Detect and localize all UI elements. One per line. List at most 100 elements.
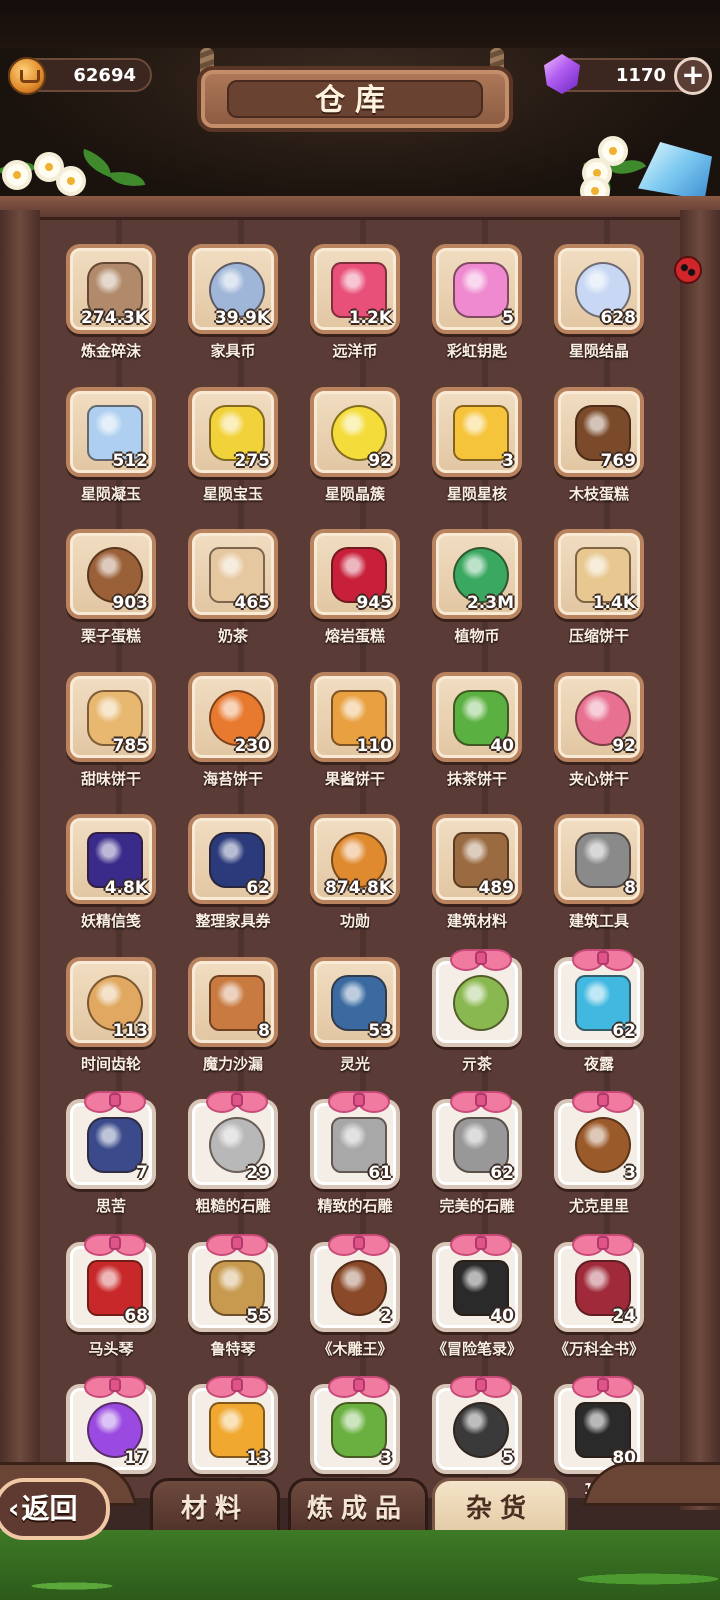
- item-tile[interactable]: 5: [432, 244, 522, 334]
- item-count: 874.8K: [325, 878, 392, 898]
- inventory-item[interactable]: 68 马头琴: [66, 1233, 156, 1382]
- inventory-item[interactable]: 1.2K 远洋币: [310, 244, 400, 384]
- inventory-item[interactable]: 7 思苦: [66, 1091, 156, 1239]
- item-tile[interactable]: 1.2K: [310, 244, 400, 334]
- item-tile[interactable]: 3: [554, 1091, 644, 1189]
- item-tile[interactable]: 3: [432, 386, 522, 477]
- item-tile[interactable]: 113: [66, 956, 156, 1047]
- item-label: 建筑材料: [446, 912, 507, 930]
- inventory-item[interactable]: 3 星陨星核: [432, 386, 522, 527]
- add-gems-button[interactable]: +: [674, 57, 712, 95]
- inventory-item[interactable]: 110 果酱饼干: [310, 671, 400, 812]
- inventory-item[interactable]: 275 星陨宝玉: [188, 386, 278, 527]
- item-tile[interactable]: 903: [66, 529, 156, 619]
- item-tile[interactable]: 55: [188, 1233, 278, 1332]
- inventory-item[interactable]: 628 星陨结晶: [554, 244, 644, 384]
- inventory-item[interactable]: 40 《冒险笔录》: [432, 1233, 522, 1382]
- inventory-item[interactable]: 874.8K 功勋: [310, 814, 400, 954]
- item-label: 鲁特琴: [210, 1339, 256, 1358]
- inventory-item[interactable]: 55 鲁特琴: [188, 1233, 278, 1382]
- inventory-item[interactable]: 61 精致的石雕: [310, 1091, 400, 1239]
- item-tile[interactable]: 8: [188, 956, 278, 1047]
- item-tile[interactable]: 62: [432, 1091, 522, 1189]
- inventory-item[interactable]: 2 《木雕王》: [310, 1233, 400, 1382]
- inventory-item[interactable]: 5 彩虹钥匙: [432, 244, 522, 384]
- item-tile[interactable]: 7: [66, 1091, 156, 1189]
- item-tile[interactable]: 3: [310, 1376, 400, 1474]
- item-tile[interactable]: 8: [554, 814, 644, 904]
- inventory-item[interactable]: 24 《万科全书》: [554, 1233, 644, 1382]
- inventory-item[interactable]: 945 熔岩蛋糕: [310, 529, 400, 669]
- inventory-item[interactable]: 92 星陨晶簇: [310, 386, 400, 527]
- item-count: 5: [502, 308, 514, 328]
- panel-post-left: [0, 210, 40, 1510]
- item-tile[interactable]: 62: [188, 814, 278, 904]
- item-tile[interactable]: 465: [188, 529, 278, 619]
- bitter-cup-icon: [87, 1117, 143, 1173]
- item-label: 《万科全书》: [553, 1339, 644, 1358]
- back-button[interactable]: ‹返回: [0, 1478, 110, 1540]
- item-tile[interactable]: 110: [310, 671, 400, 762]
- inventory-item[interactable]: 62 整理家具券: [188, 814, 278, 954]
- item-label: 思苦: [95, 1197, 126, 1215]
- item-tile[interactable]: 628: [554, 244, 644, 334]
- item-tile[interactable]: [432, 948, 522, 1047]
- inventory-item[interactable]: 62 夜露: [554, 948, 644, 1097]
- item-tile[interactable]: 2: [310, 1233, 400, 1332]
- item-tile[interactable]: 945: [310, 529, 400, 619]
- inventory-item[interactable]: 489 建筑材料: [432, 814, 522, 954]
- item-tile[interactable]: 489: [432, 814, 522, 904]
- item-tile[interactable]: 2.3M: [432, 529, 522, 619]
- inventory-item[interactable]: 903 栗子蛋糕: [66, 529, 156, 669]
- inventory-item[interactable]: 40 抹茶饼干: [432, 671, 522, 812]
- item-tile[interactable]: 5: [432, 1376, 522, 1474]
- item-tile[interactable]: 785: [66, 671, 156, 762]
- inventory-item[interactable]: 230 海苔饼干: [188, 671, 278, 812]
- inventory-item[interactable]: 8 建筑工具: [554, 814, 644, 954]
- inventory-item[interactable]: 53 灵光: [310, 956, 400, 1097]
- item-tile[interactable]: 24: [554, 1233, 644, 1332]
- item-tile[interactable]: 274.3K: [66, 244, 156, 334]
- inventory-item[interactable]: 465 奶茶: [188, 529, 278, 669]
- ribbon-bow-icon: [206, 1374, 268, 1398]
- item-tile[interactable]: 275: [188, 386, 278, 477]
- item-label: 彩虹钥匙: [446, 342, 507, 360]
- item-tile[interactable]: 769: [554, 386, 644, 477]
- inventory-item[interactable]: 512 星陨凝玉: [66, 386, 156, 527]
- ribbon-bow-icon: [84, 1374, 146, 1398]
- item-tile[interactable]: 29: [188, 1091, 278, 1189]
- item-tile[interactable]: 17: [66, 1376, 156, 1474]
- inventory-item[interactable]: 769 木枝蛋糕: [554, 386, 644, 527]
- item-tile[interactable]: 80: [554, 1376, 644, 1474]
- inventory-item[interactable]: 3 尤克里里: [554, 1091, 644, 1239]
- inventory-item[interactable]: 8 魔力沙漏: [188, 956, 278, 1097]
- inventory-item[interactable]: 29 粗糙的石雕: [188, 1091, 278, 1239]
- inventory-item[interactable]: 274.3K 炼金碎沫: [66, 244, 156, 384]
- item-tile[interactable]: 92: [554, 671, 644, 762]
- item-tile[interactable]: 53: [310, 956, 400, 1047]
- inventory-item[interactable]: 2.3M 植物币: [432, 529, 522, 669]
- item-tile[interactable]: 874.8K: [310, 814, 400, 904]
- item-tile[interactable]: 39.9K: [188, 244, 278, 334]
- inventory-item[interactable]: 4.8K 妖精信笺: [66, 814, 156, 954]
- inventory-item[interactable]: 62 完美的石雕: [432, 1091, 522, 1239]
- item-tile[interactable]: 1.4K: [554, 529, 644, 619]
- item-tile[interactable]: 92: [310, 386, 400, 477]
- item-tile[interactable]: 61: [310, 1091, 400, 1189]
- item-tile[interactable]: 512: [66, 386, 156, 477]
- item-label: 星陨晶簇: [324, 484, 385, 503]
- inventory-item[interactable]: 92 夹心饼干: [554, 671, 644, 812]
- item-label: 灵光: [339, 1054, 370, 1073]
- inventory-item[interactable]: 785 甜味饼干: [66, 671, 156, 812]
- item-tile[interactable]: 13: [188, 1376, 278, 1474]
- item-tile[interactable]: 68: [66, 1233, 156, 1332]
- item-tile[interactable]: 230: [188, 671, 278, 762]
- item-tile[interactable]: 62: [554, 948, 644, 1047]
- inventory-item[interactable]: 39.9K 家具币: [188, 244, 278, 384]
- item-tile[interactable]: 40: [432, 1233, 522, 1332]
- item-tile[interactable]: 4.8K: [66, 814, 156, 904]
- inventory-item[interactable]: 113 时间齿轮: [66, 956, 156, 1097]
- inventory-item[interactable]: 1.4K 压缩饼干: [554, 529, 644, 669]
- inventory-item[interactable]: 亓茶: [432, 948, 522, 1097]
- item-tile[interactable]: 40: [432, 671, 522, 762]
